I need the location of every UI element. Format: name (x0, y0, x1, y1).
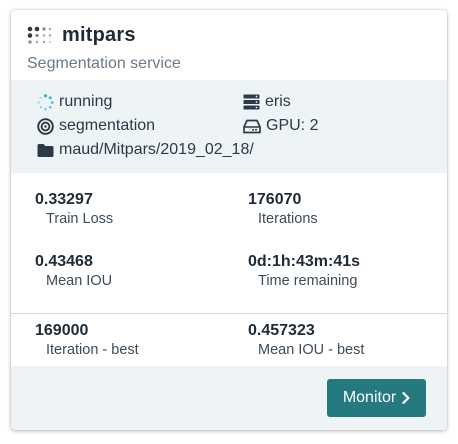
best-metrics-section: 169000 Iteration - best 0.457323 Mean IO… (11, 314, 447, 366)
dots-grid-logo-icon (27, 26, 52, 44)
time-remaining-value: 0d:1h:43m:41s (248, 253, 361, 270)
status-item: running (37, 92, 112, 112)
task-item: segmentation (37, 116, 155, 136)
service-info-panel: running eris segmentation GPU: 2 maud/Mi… (11, 80, 447, 173)
chevron-right-icon (402, 392, 410, 404)
target-icon (37, 117, 54, 135)
monitor-button[interactable]: Monitor (327, 379, 426, 417)
server-icon (243, 94, 260, 110)
mean-iou-label: Mean IOU (46, 273, 113, 289)
metrics-section: 0.33297 Train Loss 176070 Iterations 0.4… (11, 173, 447, 313)
folder-icon (37, 143, 54, 157)
host-text: eris (265, 93, 291, 110)
service-title: mitpars (62, 24, 136, 46)
path-item: maud/Mitpars/2019_02_18/ (37, 140, 254, 160)
gpu-item: GPU: 2 (243, 116, 318, 136)
iterations-value: 176070 (248, 191, 302, 208)
task-text: segmentation (59, 117, 156, 134)
service-subtitle: Segmentation service (27, 55, 181, 72)
service-card: mitpars Segmentation service running eri… (11, 10, 447, 430)
hard-drive-icon (243, 119, 261, 133)
best-mean-iou-label: Mean IOU - best (258, 342, 365, 358)
path-text: maud/Mitpars/2019_02_18/ (59, 141, 254, 158)
card-footer: Monitor (11, 366, 447, 430)
train-loss-value: 0.33297 (35, 191, 93, 208)
iterations-label: Iterations (258, 211, 318, 227)
spinner-icon (37, 93, 54, 110)
best-iteration-label: Iteration - best (46, 342, 139, 358)
monitor-button-label: Monitor (342, 389, 397, 406)
best-iteration-value: 169000 (35, 322, 89, 339)
time-remaining-label: Time remaining (258, 273, 358, 289)
card-header: mitpars Segmentation service (11, 10, 447, 80)
host-item: eris (243, 92, 291, 112)
status-text: running (59, 93, 113, 110)
best-mean-iou-value: 0.457323 (248, 322, 315, 339)
train-loss-label: Train Loss (46, 211, 114, 227)
mean-iou-value: 0.43468 (35, 253, 93, 270)
gpu-text: GPU: 2 (266, 117, 319, 134)
